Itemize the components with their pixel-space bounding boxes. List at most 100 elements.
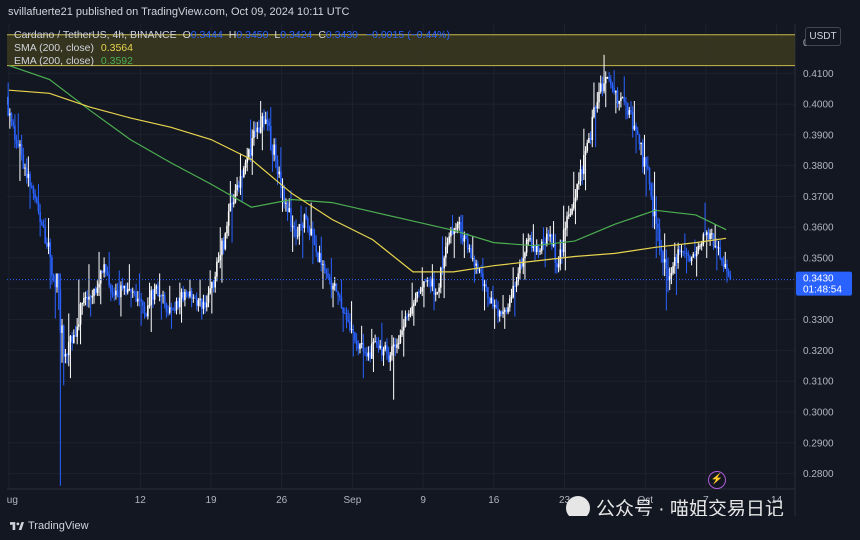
candle-body [636, 130, 639, 135]
candle-body [702, 234, 705, 244]
candle-body [29, 173, 31, 187]
candle-body [657, 223, 659, 229]
candle-body [37, 201, 40, 212]
candle-body [190, 291, 193, 299]
candle-body [261, 116, 264, 128]
candle-body [243, 167, 245, 177]
candle-body [372, 341, 375, 344]
candle-body [616, 90, 619, 104]
candle-body [162, 295, 164, 297]
candle-body [593, 107, 595, 117]
candle-body [276, 159, 279, 175]
last-price-value: 0.3430 [803, 274, 834, 285]
candle-body [564, 228, 567, 230]
candle-body [641, 142, 644, 167]
symbol-title[interactable]: Cardano / TetherUS, 4h, BINANCE [14, 29, 177, 41]
candle-body [34, 193, 36, 199]
candle-body [729, 275, 732, 280]
candle-body [596, 102, 599, 109]
candle-body [402, 326, 405, 331]
candle-body [537, 245, 540, 252]
candle-body [135, 291, 137, 302]
candle-body [689, 255, 691, 262]
candle-body [126, 289, 129, 293]
candle-body [354, 332, 356, 341]
candle-body [540, 241, 543, 251]
candle-body [347, 319, 349, 322]
candle-body [625, 101, 627, 103]
candle-body [101, 270, 104, 273]
candle-body [436, 291, 439, 293]
candle-body [54, 279, 57, 288]
candle-body [463, 235, 466, 242]
candle-body [507, 307, 509, 313]
candle-body [248, 149, 250, 158]
brand-label: TradingView [28, 520, 89, 532]
y-tick-label: 0.3800 [803, 161, 834, 172]
candle-body [508, 298, 511, 308]
candle-body [157, 285, 159, 297]
candle-body [433, 278, 435, 295]
candle-body [386, 345, 388, 354]
candle-body [290, 208, 292, 227]
currency-button[interactable]: USDT [805, 27, 841, 46]
candle-body [465, 235, 467, 239]
candle-body [561, 249, 563, 253]
candle-body [349, 321, 351, 330]
candle-body [305, 214, 307, 219]
candle-body [268, 121, 270, 127]
legend: Cardano / TetherUS, 4h, BINANCE O0.3444 … [14, 29, 450, 68]
candle-body [71, 336, 73, 344]
legend-ema-row[interactable]: EMA (200, close) 0.3592 [14, 55, 450, 68]
tradingview-brand[interactable]: TradingView [10, 520, 89, 532]
candle-body [364, 351, 366, 354]
candle-body [389, 355, 392, 362]
candle-body [562, 229, 565, 253]
candle-body [194, 297, 196, 299]
candle-body [205, 302, 208, 308]
candle-body [471, 258, 474, 260]
price-axis[interactable]: 0.42000.41000.40000.39000.38000.37000.36… [796, 38, 852, 480]
candle-body [409, 313, 412, 315]
candle-body [138, 298, 141, 300]
y-tick-label: 0.4100 [803, 69, 834, 80]
candle-body [492, 297, 494, 307]
candle-body [62, 325, 65, 357]
price-chart[interactable]: 0.42000.41000.40000.39000.38000.37000.36… [0, 24, 860, 516]
candle-body [278, 171, 280, 175]
x-tick-label: Sep [344, 495, 362, 506]
close-label: C [318, 29, 326, 41]
legend-sma-row[interactable]: SMA (200, close) 0.3564 [14, 42, 450, 55]
candle-body [285, 202, 287, 204]
candle-body [116, 290, 119, 297]
candle-body [128, 289, 131, 291]
candle-body [574, 197, 577, 203]
candle-body [394, 344, 397, 348]
candle-body [310, 228, 312, 235]
candle-body [650, 184, 652, 197]
candle-body [211, 281, 213, 289]
candle-body [586, 142, 589, 151]
candle-body [682, 251, 684, 253]
candle-body [168, 307, 171, 313]
candle-body [12, 121, 15, 126]
candle-body [477, 263, 479, 271]
candle-body [338, 295, 341, 298]
moving-averages [8, 65, 727, 273]
candle-body [468, 248, 471, 250]
bar-countdown: 01:48:54 [803, 285, 842, 296]
candle-body [520, 264, 523, 267]
y-tick-label: 0.3700 [803, 192, 834, 203]
chart-area[interactable]: 0.42000.41000.40000.39000.38000.37000.36… [0, 24, 860, 516]
lightning-icon[interactable]: ⚡ [708, 471, 726, 489]
candle-body [67, 341, 70, 356]
y-tick-label: 0.3600 [803, 223, 834, 234]
candle-body [318, 252, 321, 262]
candle-body [695, 250, 698, 257]
candle-body [275, 144, 277, 160]
candle-body [295, 229, 297, 237]
candle-body [514, 285, 516, 287]
candle-body [312, 228, 314, 235]
candle-body [94, 288, 97, 293]
candle-body [227, 211, 230, 226]
